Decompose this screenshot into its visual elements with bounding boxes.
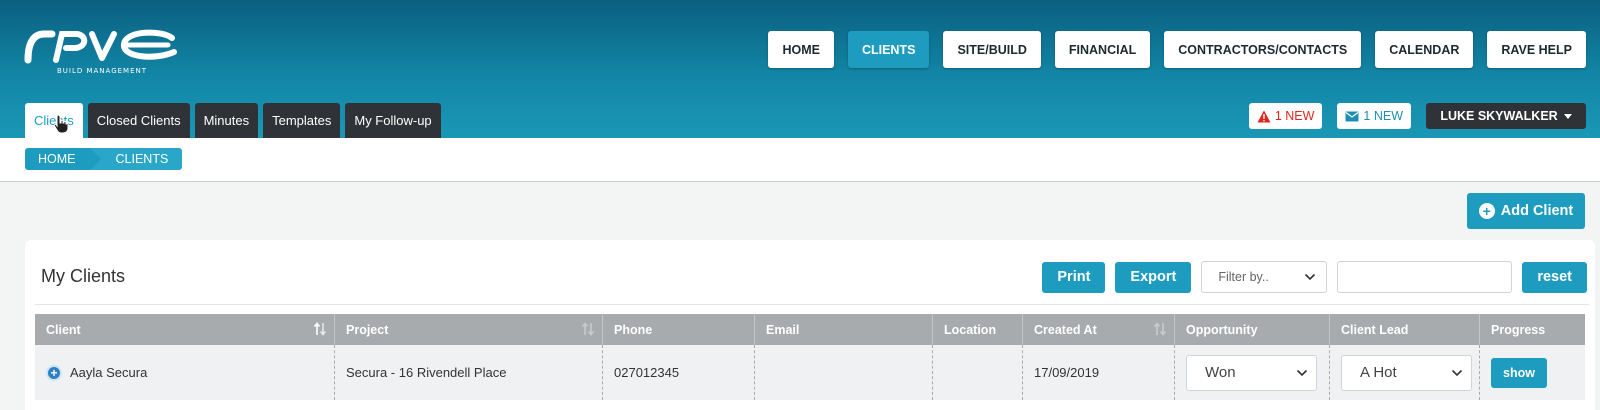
search-input[interactable] (1337, 261, 1513, 293)
cell-progress: show (1480, 345, 1585, 400)
cell-email (755, 345, 933, 400)
header-alerts: 1 NEW 1 NEW LUKE SKYWALKER (1248, 103, 1586, 129)
nav-home[interactable]: HOME (768, 31, 834, 68)
warning-badge-label: 1 NEW (1274, 109, 1315, 123)
breadcrumb-home[interactable]: HOME (25, 148, 100, 170)
clients-panel: My Clients Print Export Filter by.. rese… (25, 240, 1595, 410)
rave-logo[interactable]: BUILD MANAGEMENT (22, 26, 182, 78)
user-name: LUKE SKYWALKER (1440, 109, 1558, 123)
logo-tagline: BUILD MANAGEMENT (56, 67, 148, 75)
filter-select[interactable]: Filter by.. (1201, 261, 1328, 293)
chevron-down-icon (1451, 369, 1463, 376)
warning-icon (1257, 110, 1271, 122)
main-nav: HOME CLIENTS SITE/BUILD FINANCIAL CONTRA… (768, 31, 1586, 68)
warning-badge[interactable]: 1 NEW (1248, 103, 1323, 129)
client-lead-select[interactable]: A Hot (1341, 354, 1472, 391)
show-progress-button[interactable]: show (1491, 357, 1547, 388)
table-row: + Aayla Secura Secura - 16 Rivendell Pla… (35, 345, 1585, 400)
nav-calendar[interactable]: CALENDAR (1375, 31, 1474, 68)
panel-divider (35, 304, 1589, 305)
nav-clients[interactable]: CLIENTS (847, 31, 930, 68)
expand-plus-icon[interactable]: + (46, 364, 62, 381)
breadcrumb-clients[interactable]: CLIENTS (89, 148, 183, 170)
mail-badge[interactable]: 1 NEW (1337, 103, 1411, 129)
tab-my-follow-up[interactable]: My Follow-up (345, 103, 441, 138)
column-header-project-label: Project (346, 322, 389, 337)
tab-templates[interactable]: Templates (263, 103, 341, 138)
cell-created-at: 17/09/2019 (1023, 345, 1175, 400)
sort-icon (314, 322, 326, 336)
nav-contractors-contacts[interactable]: CONTRACTORS/CONTACTS (1164, 31, 1362, 68)
cell-client-lead: A Hot (1330, 345, 1480, 400)
column-header-location[interactable]: Location (933, 314, 1023, 345)
breadcrumb: HOME CLIENTS (25, 148, 183, 170)
nav-financial[interactable]: FINANCIAL (1054, 31, 1151, 68)
panel-title: My Clients (41, 266, 126, 286)
column-header-progress[interactable]: Progress (1480, 314, 1585, 345)
add-client-label: Add Client (1500, 203, 1574, 219)
chevron-down-icon (1296, 369, 1308, 376)
logo-wordmark (24, 29, 177, 64)
opportunity-select-value: Won (1205, 364, 1236, 381)
column-header-project[interactable]: Project (335, 314, 603, 345)
caret-down-icon (1563, 113, 1572, 119)
plus-circle-icon: + (1478, 203, 1495, 219)
cell-opportunity: Won (1175, 345, 1330, 400)
hand-cursor-icon (53, 114, 69, 134)
envelope-icon (1345, 111, 1359, 121)
sort-icon (582, 322, 594, 336)
mail-badge-label: 1 NEW (1363, 109, 1403, 123)
cell-project: Secura - 16 Rivendell Place (335, 345, 603, 400)
opportunity-select[interactable]: Won (1186, 354, 1317, 391)
add-client-button[interactable]: + Add Client (1467, 193, 1585, 229)
sub-tabs: Clients Closed Clients Minutes Templates… (25, 103, 441, 138)
cell-phone: 027012345 (603, 345, 755, 400)
app-header: BUILD MANAGEMENT HOME CLIENTS SITE/BUILD… (0, 0, 1600, 138)
table-header: Client Project Phone Email Location Crea… (35, 314, 1585, 345)
print-button[interactable]: Print (1042, 261, 1106, 293)
cell-location (933, 345, 1023, 400)
client-name[interactable]: Aayla Secura (70, 365, 147, 380)
column-header-client[interactable]: Client (35, 314, 335, 345)
panel-toolbar: Print Export Filter by.. reset (1042, 261, 1587, 293)
column-header-opportunity[interactable]: Opportunity (1175, 314, 1330, 345)
tab-minutes[interactable]: Minutes (194, 103, 259, 138)
column-header-client-label: Client (46, 322, 81, 337)
reset-button[interactable]: reset (1522, 261, 1587, 293)
column-header-client-lead[interactable]: Client Lead (1330, 314, 1480, 345)
filter-select-value: Filter by.. (1218, 270, 1269, 284)
user-menu-button[interactable]: LUKE SKYWALKER (1426, 103, 1586, 129)
tab-clients[interactable]: Clients (25, 103, 83, 138)
nav-rave-help[interactable]: RAVE HELP (1487, 31, 1586, 68)
cell-client: + Aayla Secura (35, 345, 335, 400)
sort-icon (1154, 322, 1166, 336)
tab-closed-clients[interactable]: Closed Clients (87, 103, 190, 138)
column-header-email[interactable]: Email (755, 314, 933, 345)
nav-site-build[interactable]: SITE/BUILD (943, 31, 1041, 68)
breadcrumb-bar: HOME CLIENTS (0, 138, 1600, 182)
export-button[interactable]: Export (1115, 261, 1192, 293)
chevron-down-icon (1305, 273, 1316, 281)
client-lead-select-value: A Hot (1360, 364, 1397, 381)
column-header-created-at-label: Created At (1034, 322, 1097, 337)
clients-table: Client Project Phone Email Location Crea… (35, 314, 1585, 400)
column-header-phone[interactable]: Phone (603, 314, 755, 345)
column-header-created-at[interactable]: Created At (1023, 314, 1175, 345)
